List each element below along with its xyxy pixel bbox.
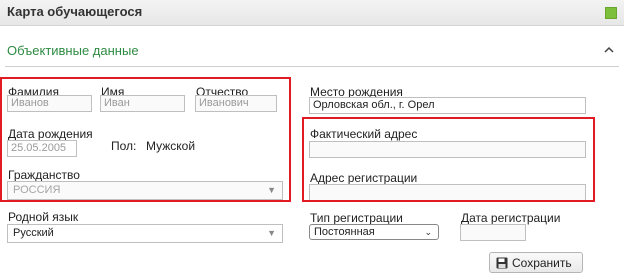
floppy-disk-icon	[496, 257, 508, 269]
window-titlebar: Карта обучающегося	[0, 0, 624, 26]
registration-type-select[interactable]: Постоянная ⌄	[309, 224, 439, 240]
dropdown-arrow-icon: ⌄	[424, 227, 432, 237]
chevron-up-icon[interactable]	[604, 42, 614, 57]
registration-type-value: Постоянная	[314, 226, 375, 238]
section-divider	[5, 66, 619, 67]
native-language-select[interactable]: Русский ▼	[7, 224, 283, 243]
native-language-value: Русский	[13, 227, 54, 239]
section-title: Объективные данные	[7, 43, 139, 58]
section-header[interactable]: Объективные данные	[0, 38, 624, 64]
save-button[interactable]: Сохранить	[489, 252, 583, 273]
status-square-icon[interactable]	[605, 7, 617, 19]
native-language-label: Родной язык	[8, 210, 79, 224]
registration-date-field[interactable]	[460, 224, 526, 241]
registration-date-label: Дата регистрации	[461, 211, 561, 225]
birth-place-field[interactable]: Орловская обл., г. Орел	[309, 97, 586, 114]
dropdown-arrow-icon: ▼	[267, 228, 276, 238]
save-button-label: Сохранить	[512, 256, 572, 270]
registration-type-label: Тип регистрации	[310, 211, 403, 225]
highlight-box-personal	[0, 77, 291, 202]
highlight-box-addresses	[302, 117, 595, 202]
window-title: Карта обучающегося	[7, 4, 143, 19]
